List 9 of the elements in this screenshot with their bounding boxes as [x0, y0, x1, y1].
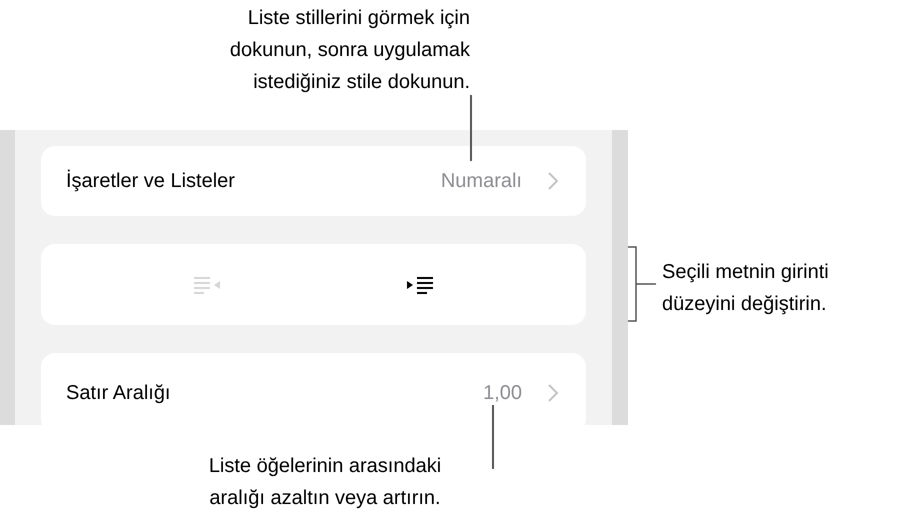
row-label: Satır Aralığı	[66, 382, 172, 404]
callout-text: Liste stillerini görmek için dokunun, sonra uygulamak istediğiniz stile dokunun.	[230, 6, 470, 95]
settings-row[interactable]: Satır Aralığı 1,00	[41, 353, 586, 425]
row-value: Numaralı	[440, 170, 522, 192]
row-label: İşaretler ve Listeler	[66, 170, 236, 192]
settings-row[interactable]: İşaretler ve Listeler Numaralı	[41, 146, 586, 216]
callout-text: Seçili metnin girinti düzeyini değiştirin.	[662, 260, 829, 317]
row-value: 1,00	[483, 382, 522, 404]
callout-text: Liste öğelerinin arasındaki aralığı azaltın veya artırın.	[208, 454, 442, 511]
